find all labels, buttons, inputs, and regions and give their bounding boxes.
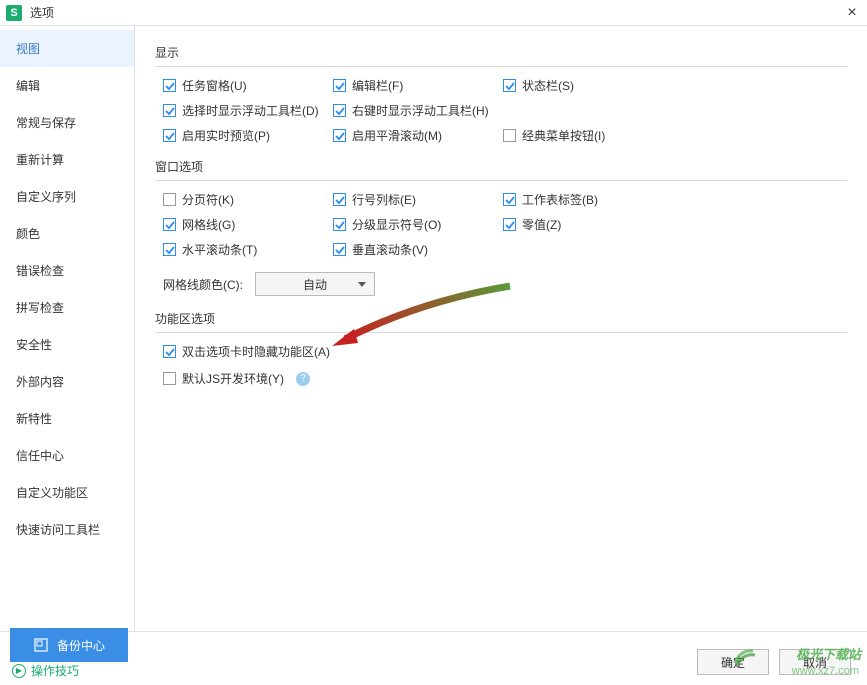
display-checkbox-6[interactable] [163, 129, 176, 142]
window-row-3: 网格线(G) [163, 216, 333, 233]
display-checkbox-8[interactable] [503, 129, 516, 142]
display-label-3[interactable]: 选择时显示浮动工具栏(D) [182, 102, 319, 119]
group-display-title: 显示 [155, 44, 847, 67]
sidebar-item-8[interactable]: 安全性 [0, 326, 134, 363]
display-label-2[interactable]: 状态栏(S) [522, 77, 574, 94]
display-row-7: 启用平滑滚动(M) [333, 127, 503, 144]
play-icon: ▶ [12, 664, 26, 678]
window-checkbox-7[interactable] [333, 243, 346, 256]
sidebar-item-2[interactable]: 常规与保存 [0, 104, 134, 141]
display-row-1: 编辑栏(F) [333, 77, 503, 94]
display-checkbox-2[interactable] [503, 79, 516, 92]
function-row-0: 双击选项卡时隐藏功能区(A) [155, 343, 847, 360]
bottom-bar: 备份中心 ▶ 操作技巧 确定 取消 极光下载站 www.xz7.com [0, 631, 867, 685]
sidebar-item-9[interactable]: 外部内容 [0, 363, 134, 400]
main-area: 视图编辑常规与保存重新计算自定义序列颜色错误检查拼写检查安全性外部内容新特性信任… [0, 26, 867, 631]
gridline-color-row: 网格线颜色(C): 自动 [155, 272, 847, 296]
cancel-button[interactable]: 取消 [779, 649, 851, 675]
titlebar: S 选项 × [0, 0, 867, 26]
display-checkbox-3[interactable] [163, 104, 176, 117]
window-label-6[interactable]: 水平滚动条(T) [182, 241, 257, 258]
display-label-4[interactable]: 右键时显示浮动工具栏(H) [352, 102, 489, 119]
window-label-2[interactable]: 工作表标签(B) [522, 191, 598, 208]
window-checkbox-4[interactable] [333, 218, 346, 231]
tips-link[interactable]: ▶ 操作技巧 [12, 662, 79, 679]
display-grid: 任务窗格(U) 编辑栏(F) 状态栏(S) 选择时显示浮动工具栏(D) 右键时显示浮动工… [155, 77, 847, 144]
window-checkbox-6[interactable] [163, 243, 176, 256]
display-label-7[interactable]: 启用平滑滚动(M) [352, 127, 442, 144]
window-row-5: 零值(Z) [503, 216, 673, 233]
display-label-0[interactable]: 任务窗格(U) [182, 77, 247, 94]
sidebar-item-3[interactable]: 重新计算 [0, 141, 134, 178]
sidebar-item-7[interactable]: 拼写检查 [0, 289, 134, 326]
display-row-2: 状态栏(S) [503, 77, 673, 94]
app-icon: S [6, 5, 22, 21]
group-window-title: 窗口选项 [155, 158, 847, 181]
display-row-3: 选择时显示浮动工具栏(D) [163, 102, 333, 119]
sidebar-item-6[interactable]: 错误检查 [0, 252, 134, 289]
sidebar-item-0[interactable]: 视图 [0, 30, 134, 67]
window-row-2: 工作表标签(B) [503, 191, 673, 208]
gridline-color-dropdown[interactable]: 自动 [255, 272, 375, 296]
window-label-4[interactable]: 分级显示符号(O) [352, 216, 441, 233]
content-panel: 显示 任务窗格(U) 编辑栏(F) 状态栏(S) 选择时显示浮动工具栏(D) 右键时显示… [135, 26, 867, 631]
chevron-down-icon [358, 282, 366, 287]
sidebar-item-11[interactable]: 信任中心 [0, 437, 134, 474]
window-grid: 分页符(K) 行号列标(E) 工作表标签(B) 网格线(G) 分级显示符号(O) 零值(Z… [155, 191, 847, 258]
window-label-5[interactable]: 零值(Z) [522, 216, 561, 233]
sidebar-item-12[interactable]: 自定义功能区 [0, 474, 134, 511]
action-buttons: 确定 取消 [697, 649, 851, 675]
backup-center-button[interactable]: 备份中心 [10, 628, 128, 662]
display-label-8[interactable]: 经典菜单按钮(I) [522, 127, 605, 144]
window-label-7[interactable]: 垂直滚动条(V) [352, 241, 428, 258]
group-function-title: 功能区选项 [155, 310, 847, 333]
window-checkbox-5[interactable] [503, 218, 516, 231]
sidebar: 视图编辑常规与保存重新计算自定义序列颜色错误检查拼写检查安全性外部内容新特性信任… [0, 26, 135, 631]
function-checkbox-0[interactable] [163, 345, 176, 358]
tips-label: 操作技巧 [31, 662, 79, 679]
window-title: 选项 [30, 4, 837, 21]
window-checkbox-3[interactable] [163, 218, 176, 231]
window-checkbox-0[interactable] [163, 193, 176, 206]
backup-icon [33, 637, 49, 653]
window-checkbox-2[interactable] [503, 193, 516, 206]
sidebar-item-1[interactable]: 编辑 [0, 67, 134, 104]
sidebar-item-4[interactable]: 自定义序列 [0, 178, 134, 215]
display-label-6[interactable]: 启用实时预览(P) [182, 127, 270, 144]
function-row-1: 默认JS开发环境(Y)? [155, 370, 847, 387]
function-group: 双击选项卡时隐藏功能区(A) 默认JS开发环境(Y)? [155, 343, 847, 387]
window-label-0[interactable]: 分页符(K) [182, 191, 234, 208]
display-row-0: 任务窗格(U) [163, 77, 333, 94]
dropdown-value: 自动 [256, 276, 374, 293]
close-button[interactable]: × [837, 0, 867, 26]
window-checkbox-1[interactable] [333, 193, 346, 206]
window-row-7: 垂直滚动条(V) [333, 241, 503, 258]
gridline-color-label: 网格线颜色(C): [163, 276, 243, 293]
function-checkbox-1[interactable] [163, 372, 176, 385]
display-label-1[interactable]: 编辑栏(F) [352, 77, 403, 94]
display-checkbox-4[interactable] [333, 104, 346, 117]
window-label-1[interactable]: 行号列标(E) [352, 191, 416, 208]
function-label-0[interactable]: 双击选项卡时隐藏功能区(A) [182, 343, 330, 360]
function-label-1[interactable]: 默认JS开发环境(Y) [182, 370, 284, 387]
backup-label: 备份中心 [57, 637, 105, 654]
display-row-8: 经典菜单按钮(I) [503, 127, 673, 144]
help-icon[interactable]: ? [296, 372, 310, 386]
window-row-4: 分级显示符号(O) [333, 216, 503, 233]
window-row-0: 分页符(K) [163, 191, 333, 208]
window-row-6: 水平滚动条(T) [163, 241, 333, 258]
sidebar-item-5[interactable]: 颜色 [0, 215, 134, 252]
window-row-1: 行号列标(E) [333, 191, 503, 208]
display-checkbox-0[interactable] [163, 79, 176, 92]
display-row-6: 启用实时预览(P) [163, 127, 333, 144]
sidebar-item-13[interactable]: 快速访问工具栏 [0, 511, 134, 548]
display-checkbox-7[interactable] [333, 129, 346, 142]
sidebar-item-10[interactable]: 新特性 [0, 400, 134, 437]
display-row-4: 右键时显示浮动工具栏(H) [333, 102, 503, 119]
window-label-3[interactable]: 网格线(G) [182, 216, 235, 233]
display-checkbox-1[interactable] [333, 79, 346, 92]
ok-button[interactable]: 确定 [697, 649, 769, 675]
